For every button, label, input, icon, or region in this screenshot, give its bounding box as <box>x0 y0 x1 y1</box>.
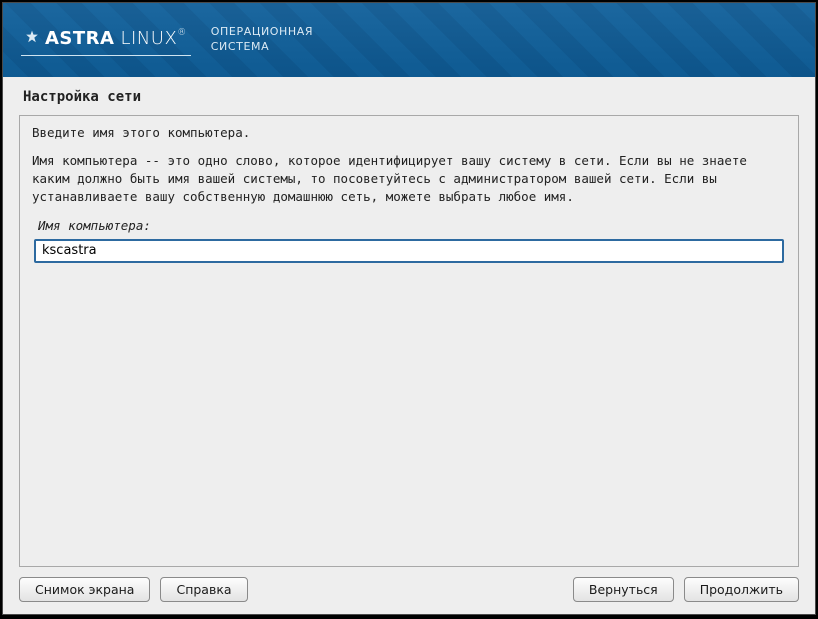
header: ASTRA LINUX® ОПЕРАЦИОННАЯ СИСТЕМА <box>3 3 815 77</box>
star-icon <box>25 30 39 44</box>
brand-logo: ASTRA LINUX® <box>19 24 193 56</box>
screenshot-button[interactable]: Снимок экрана <box>19 577 150 602</box>
hostname-input[interactable] <box>34 239 784 263</box>
back-button[interactable]: Вернуться <box>573 577 674 602</box>
brand-linux: LINUX® <box>120 28 186 49</box>
page-title: Настройка сети <box>3 77 815 115</box>
installer-window: ASTRA LINUX® ОПЕРАЦИОННАЯ СИСТЕМА Настро… <box>2 2 816 615</box>
hostname-label: Имя компьютера: <box>38 217 786 235</box>
intro-text: Введите имя этого компьютера. <box>32 124 786 142</box>
brand-astra: ASTRA <box>45 28 114 49</box>
brand-subtitle: ОПЕРАЦИОННАЯ СИСТЕМА <box>211 25 313 55</box>
help-button[interactable]: Справка <box>160 577 247 602</box>
brand: ASTRA LINUX® ОПЕРАЦИОННАЯ СИСТЕМА <box>3 24 313 56</box>
continue-button[interactable]: Продолжить <box>684 577 799 602</box>
description-text: Имя компьютера -- это одно слово, которо… <box>32 152 786 206</box>
main-panel: Введите имя этого компьютера. Имя компью… <box>19 115 799 567</box>
footer: Снимок экрана Справка Вернуться Продолжи… <box>3 567 815 614</box>
